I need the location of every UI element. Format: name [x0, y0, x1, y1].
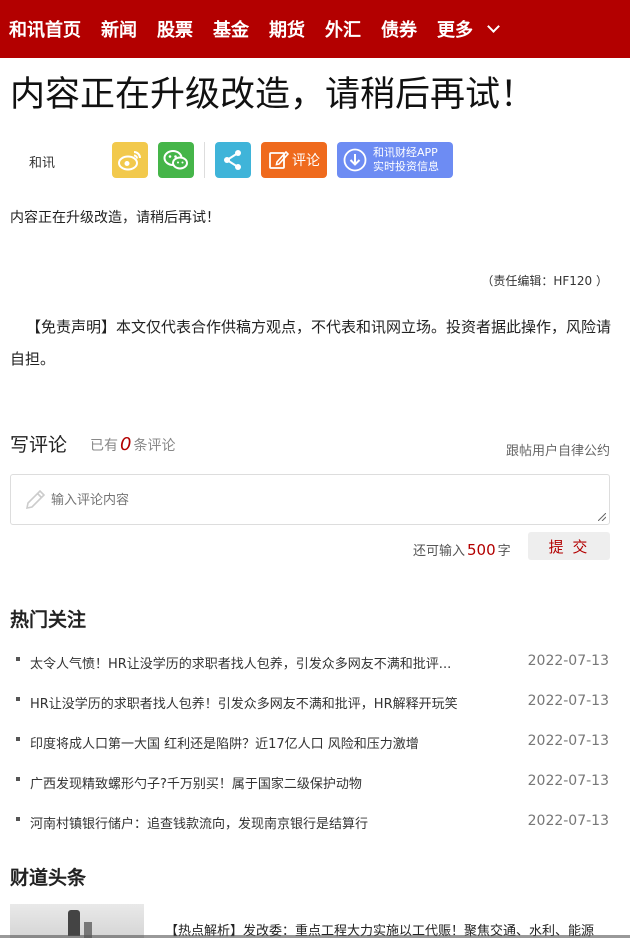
nav-item-forex[interactable]: 外汇: [325, 16, 361, 42]
share-divider: [204, 142, 205, 178]
list-item-date: 2022-07-13: [527, 773, 609, 789]
thumbnail-figure: [68, 910, 80, 936]
list-item-title[interactable]: 广西发现精致螺形勺子?千万别买！属于国家二级保护动物: [30, 773, 500, 792]
nav-item-home[interactable]: 和讯首页: [9, 16, 81, 42]
wechat-icon: [163, 150, 188, 170]
remaining-chars: 还可输入 500 字: [413, 540, 511, 559]
bullet-icon: [16, 697, 20, 701]
list-item-date: 2022-07-13: [527, 733, 609, 749]
edit-icon: [269, 150, 290, 169]
nav-item-futures[interactable]: 期货: [269, 16, 305, 42]
comment-rules-link[interactable]: 跟帖用户自律公约: [506, 440, 610, 459]
weibo-icon: [118, 151, 141, 171]
list-item[interactable]: HR让没学历的求职者找人包养！引发众多网友不满和批评，HR解释开玩笑 2022-…: [0, 688, 630, 728]
submit-row: 还可输入 500 字 提 交: [0, 532, 630, 560]
share-button[interactable]: [215, 142, 251, 178]
list-item-title[interactable]: 印度将成人口第一大国 红利还是陷阱？近17亿人口 风险和压力激增: [30, 733, 500, 752]
chevron-down-icon[interactable]: [487, 19, 500, 33]
wechat-share-button[interactable]: [158, 142, 194, 178]
nav-item-news[interactable]: 新闻: [101, 16, 137, 42]
list-item[interactable]: 河南村镇银行储户：追查钱款流向，发现南京银行是结算行 2022-07-13: [0, 808, 630, 848]
pencil-icon: [25, 489, 46, 510]
comment-box: [10, 474, 610, 525]
comment-button-label: 评论: [292, 153, 320, 169]
list-item[interactable]: 太令人气愤！HR让没学历的求职者找人包养，引发众多网友不满和批评... 2022…: [0, 648, 630, 688]
bullet-icon: [16, 817, 20, 821]
app-promo-text: 和讯财经APP 实时投资信息: [373, 146, 439, 174]
nav-item-stocks[interactable]: 股票: [157, 16, 193, 42]
hot-list: 太令人气愤！HR让没学历的求职者找人包养，引发众多网友不满和批评... 2022…: [0, 648, 630, 848]
responsible-editor: （责任编辑：HF120 ）: [481, 274, 608, 288]
article-body: 内容正在升级改造，请稍后再试！: [10, 210, 220, 226]
nav-item-funds[interactable]: 基金: [213, 16, 249, 42]
comments-heading: 写评论: [10, 434, 68, 456]
app-line-1: 和讯财经APP: [373, 146, 438, 159]
list-item-title[interactable]: HR让没学历的求职者找人包养！引发众多网友不满和批评，HR解释开玩笑: [30, 693, 500, 712]
list-item-title[interactable]: 河南村镇银行储户：追查钱款流向，发现南京银行是结算行: [30, 813, 500, 832]
remaining-count: 500: [467, 541, 496, 559]
remaining-suffix: 字: [497, 544, 511, 559]
headline-thumbnail[interactable]: [10, 904, 144, 938]
top-nav: 和讯首页 新闻 股票 基金 期货 外汇 债券 更多: [0, 0, 630, 58]
submit-button[interactable]: 提 交: [528, 532, 610, 560]
list-item[interactable]: 广西发现精致螺形勺子?千万别买！属于国家二级保护动物 2022-07-13: [0, 768, 630, 808]
list-item-date: 2022-07-13: [527, 653, 609, 669]
bullet-icon: [16, 737, 20, 741]
list-item[interactable]: 印度将成人口第一大国 红利还是陷阱？近17亿人口 风险和压力激增 2022-07…: [0, 728, 630, 768]
page-title: 内容正在升级改造，请稍后再试！: [10, 75, 536, 115]
bullet-icon: [16, 777, 20, 781]
comment-count-suffix: 条评论: [133, 438, 176, 454]
comment-button[interactable]: 评论: [261, 142, 327, 178]
remaining-prefix: 还可输入: [413, 544, 466, 559]
share-icon: [224, 150, 241, 170]
weibo-share-button[interactable]: [112, 142, 148, 178]
hot-section-title: 热门关注: [10, 609, 87, 631]
download-icon: [343, 148, 367, 172]
app-line-2: 实时投资信息: [373, 160, 439, 173]
comment-input[interactable]: [11, 475, 609, 524]
comment-count-prefix: 已有: [90, 438, 118, 454]
article-source: 和讯: [29, 156, 56, 171]
list-item-title[interactable]: 太令人气愤！HR让没学历的求职者找人包养，引发众多网友不满和批评...: [30, 653, 500, 672]
nav-item-bonds[interactable]: 债券: [381, 16, 417, 42]
bullet-icon: [16, 657, 20, 661]
comment-count: 已有 0 条评论: [90, 434, 175, 455]
disclaimer: 【免责声明】本文仅代表合作供稿方观点，不代表和讯网立场。投资者据此操作，风险请自…: [10, 318, 612, 368]
caidao-section-title: 财道头条: [10, 867, 87, 889]
resize-handle-icon[interactable]: [598, 513, 606, 521]
share-bar: 和讯 评论 和讯财经APP 实时投资信息: [0, 142, 630, 178]
comment-count-number: 0: [120, 434, 132, 455]
nav-item-more[interactable]: 更多: [437, 16, 473, 42]
app-download-button[interactable]: 和讯财经APP 实时投资信息: [337, 142, 453, 178]
list-item-date: 2022-07-13: [527, 813, 609, 829]
list-item-date: 2022-07-13: [527, 693, 609, 709]
comments-header: 写评论 已有 0 条评论 跟帖用户自律公约: [10, 428, 610, 459]
